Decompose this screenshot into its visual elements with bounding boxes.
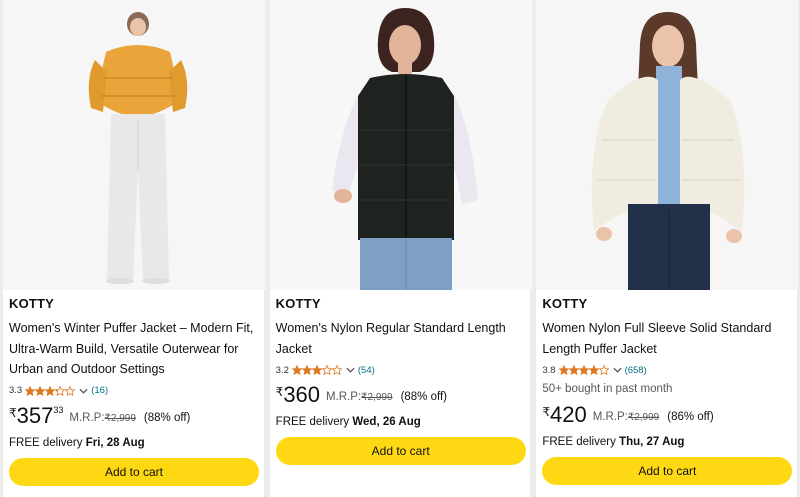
discount: (86% off) [667,411,714,423]
brand-name: KOTTY [542,296,588,311]
currency-symbol: ₹ [542,405,550,419]
rating-count[interactable]: (54) [358,365,375,376]
product-photo-puffer-cream [536,0,799,290]
add-to-cart-button[interactable]: Add to cart [275,437,526,465]
add-to-cart-button[interactable]: Add to cart [542,457,793,485]
star-full-icon [311,365,322,375]
product-image[interactable] [536,0,799,290]
delivery-date: Fri, 28 Aug [85,436,145,449]
delivery-info: FREE delivery Wed, 26 Aug [276,416,525,428]
delivery-prefix: FREE delivery [275,416,350,428]
product-title-line[interactable]: Women's Winter Puffer Jacket – Modern Fi… [9,318,258,339]
mrp-value: ₹2,999 [104,412,136,424]
product-title-line[interactable]: Jacket [276,339,525,360]
product-title-line[interactable]: Urban and Outdoor Settings [9,359,258,380]
product-card[interactable]: KOTTY Women Nylon Full Sleeve Solid Stan… [536,0,799,497]
mrp: M.R.P:₹2,999 [593,411,660,423]
star-full-icon [301,365,312,375]
product-info: KOTTY Women's Nylon Regular Standard Len… [275,296,526,465]
price-row: ₹ 360 M.R.P:₹2,999 (88% off) [276,383,525,411]
product-info: KOTTY Women Nylon Full Sleeve Solid Stan… [542,296,793,485]
rating-row[interactable]: 3.2 (54) [276,363,525,377]
discount: (88% off) [143,411,191,424]
rating-value: 3.3 [9,385,23,396]
product-image[interactable] [3,0,265,290]
mrp-label: M.R.P: [326,391,362,403]
mrp-value: ₹2,999 [361,392,393,403]
star-full-icon [568,365,579,375]
star-half-icon [321,365,332,375]
product-info: KOTTY Women's Winter Puffer Jacket – Mod… [9,296,259,486]
star-empty-icon [598,365,609,375]
price-row: ₹ 420 M.R.P:₹2,999 (86% off) [542,403,791,431]
star-half-icon [55,385,66,396]
discount: (88% off) [400,391,448,403]
product-card[interactable]: KOTTY Women's Nylon Regular Standard Len… [269,0,532,497]
product-photo-puffer-orange [3,0,265,290]
chevron-down-icon[interactable] [346,366,355,374]
delivery-date: Thu, 27 Aug [619,436,685,448]
product-title[interactable]: Women's Winter Puffer Jacket – Modern Fi… [9,318,258,380]
star-full-icon [45,385,56,396]
product-grid: KOTTY Women's Winter Puffer Jacket – Mod… [0,0,800,497]
product-card[interactable]: KOTTY Women's Winter Puffer Jacket – Mod… [3,0,265,497]
bought-in-past-month: 50+ bought in past month [542,383,673,395]
delivery-prefix: FREE delivery [9,436,83,449]
star-rating[interactable] [291,365,342,375]
brand-name: KOTTY [275,296,321,311]
product-photo-vest-black [269,0,532,290]
price-row: ₹ 357 33 M.R.P:₹2,999 (88% off) [9,402,258,432]
rating-row[interactable]: 3.8 (658) [542,363,791,377]
star-empty-icon [65,385,76,396]
star-full-icon [35,385,46,396]
star-full-icon [25,385,36,396]
delivery-info: FREE delivery Fri, 28 Aug [9,437,258,449]
price-fraction: 33 [53,404,64,415]
chevron-down-icon[interactable] [613,366,622,374]
chevron-down-icon[interactable] [79,387,88,395]
rating-value: 3.2 [275,364,289,376]
star-half-icon [588,365,599,375]
mrp-label: M.R.P: [69,411,105,424]
delivery-prefix: FREE delivery [542,436,616,448]
mrp: M.R.P:₹2,999 [69,412,136,424]
brand-name: KOTTY [9,296,55,311]
product-title-line[interactable]: Women Nylon Full Sleeve Solid Standard [542,318,791,339]
rating-row[interactable]: 3.3 (16) [9,384,258,398]
star-rating[interactable] [25,385,76,396]
price-whole: 420 [549,402,587,427]
product-title-line[interactable]: Women's Nylon Regular Standard Length [276,318,525,339]
mrp: M.R.P:₹2,999 [326,391,393,403]
price-whole: 360 [283,382,321,407]
delivery-date: Wed, 26 Aug [352,416,421,428]
currency-symbol: ₹ [9,405,17,420]
product-title[interactable]: Women Nylon Full Sleeve Solid Standard L… [542,318,791,359]
rating-count[interactable]: (658) [625,365,647,376]
star-full-icon [291,365,302,375]
star-full-icon [558,365,569,375]
product-image[interactable] [269,0,532,290]
product-title[interactable]: Women's Nylon Regular Standard Length Ja… [276,318,525,359]
delivery-info: FREE delivery Thu, 27 Aug [542,436,791,448]
mrp-value: ₹2,999 [627,412,660,423]
rating-value: 3.8 [542,364,556,376]
rating-count[interactable]: (16) [91,385,108,396]
star-empty-icon [331,365,342,375]
add-to-cart-button[interactable]: Add to cart [9,457,259,486]
product-title-line[interactable]: Length Puffer Jacket [542,339,791,360]
star-rating[interactable] [558,365,609,375]
star-full-icon [578,365,589,375]
price-whole: 357 [16,402,54,428]
product-title-line[interactable]: Ultra-Warm Build, Versatile Outerwear fo… [9,339,258,360]
currency-symbol: ₹ [275,385,284,399]
mrp-label: M.R.P: [592,411,628,423]
